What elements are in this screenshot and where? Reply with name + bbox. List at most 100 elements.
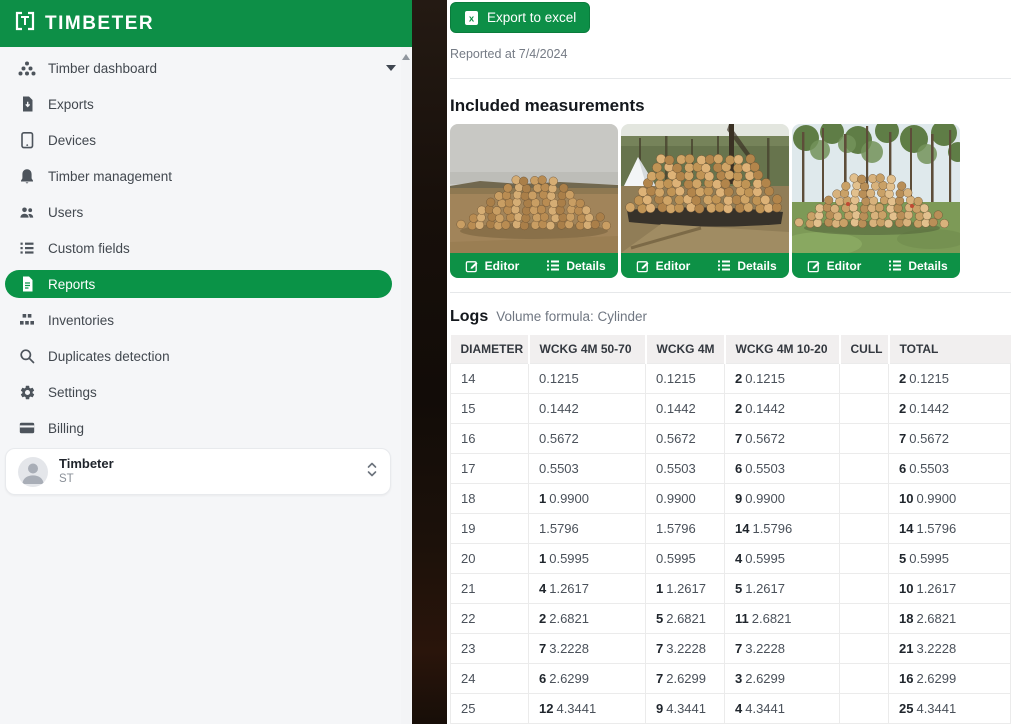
credit-card-icon — [18, 419, 36, 437]
sidebar-item-label: Timber dashboard — [48, 61, 157, 76]
scroll-up-arrow-icon[interactable] — [402, 54, 410, 60]
chevron-down-icon[interactable] — [386, 65, 396, 71]
sidebar-item-label: Devices — [48, 133, 96, 148]
details-list-icon — [546, 259, 560, 272]
sidebar-item-label: Billing — [48, 421, 84, 436]
table-cell — [840, 394, 889, 424]
table-cell: 0.1442 — [646, 394, 725, 424]
table-header-row: DIAMETERWCKG 4M 50-70WCKG 4MWCKG 4M 10-2… — [451, 335, 1011, 364]
table-cell: 70.5672 — [889, 424, 1011, 454]
export-file-icon — [18, 95, 36, 113]
table-cell: 0.1442 — [529, 394, 646, 424]
sidebar-item-inventories[interactable]: Inventories — [0, 302, 412, 338]
details-button[interactable]: Details — [534, 253, 618, 278]
sidebar-item-label: Reports — [48, 277, 95, 292]
table-row: 2373.222873.222873.2228213.2228 — [451, 634, 1011, 664]
sidebar-item-settings[interactable]: Settings — [0, 374, 412, 410]
table-cell: 44.3441 — [725, 694, 840, 724]
table-row: 25124.344194.344144.3441254.3441 — [451, 694, 1011, 724]
table-cell: 141.5796 — [889, 514, 1011, 544]
sidebar-item-custom-fields[interactable]: Custom fields — [0, 230, 412, 266]
editor-label: Editor — [485, 259, 520, 273]
details-label: Details — [566, 259, 605, 273]
table-cell: 141.5796 — [725, 514, 840, 544]
editor-button[interactable]: Editor — [450, 253, 534, 278]
list-icon — [18, 239, 36, 257]
diameter-cell: 21 — [451, 574, 529, 604]
diameter-cell: 16 — [451, 424, 529, 454]
background-strip — [412, 0, 447, 724]
details-button[interactable]: Details — [876, 253, 960, 278]
table-cell: 52.6821 — [646, 604, 725, 634]
log-pile-icon — [18, 59, 36, 77]
sidebar-item-users[interactable]: Users — [0, 194, 412, 230]
measurement-photo[interactable] — [792, 124, 960, 253]
sidebar-item-label: Settings — [48, 385, 97, 400]
table-cell: 70.5672 — [725, 424, 840, 454]
sidebar-item-label: Custom fields — [48, 241, 130, 256]
report-icon — [18, 275, 36, 293]
divider — [450, 78, 1011, 79]
export-button-label: Export to excel — [487, 10, 576, 25]
editor-button[interactable]: Editor — [621, 253, 705, 278]
measurement-cards: Editor Details — [450, 124, 1011, 278]
sidebar-item-billing[interactable]: Billing — [0, 410, 412, 446]
table-cell: 0.1215 — [646, 364, 725, 394]
divider — [450, 292, 1011, 293]
table-cell — [840, 484, 889, 514]
users-icon — [18, 203, 36, 221]
sidebar-item-duplicates-detection[interactable]: Duplicates detection — [0, 338, 412, 374]
sidebar-item-exports[interactable]: Exports — [0, 86, 412, 122]
table-cell: 60.5503 — [725, 454, 840, 484]
column-header: CULL — [840, 335, 889, 364]
diameter-cell: 15 — [451, 394, 529, 424]
details-button[interactable]: Details — [705, 253, 789, 278]
avatar — [18, 457, 48, 487]
table-cell — [840, 364, 889, 394]
diameter-cell: 17 — [451, 454, 529, 484]
table-cell: 72.6299 — [646, 664, 725, 694]
card-action-bar: Editor Details — [621, 253, 789, 278]
table-cell — [840, 544, 889, 574]
table-cell — [840, 664, 889, 694]
table-cell: 0.5503 — [646, 454, 725, 484]
table-cell: 182.6821 — [889, 604, 1011, 634]
tablet-icon — [18, 131, 36, 149]
table-cell: 22.6821 — [529, 604, 646, 634]
measurement-card: Editor Details — [450, 124, 618, 278]
export-to-excel-button[interactable]: x Export to excel — [450, 2, 590, 33]
pencil-square-icon — [807, 259, 821, 273]
table-cell: 162.6299 — [889, 664, 1011, 694]
table-cell — [840, 694, 889, 724]
table-cell: 1.5796 — [529, 514, 646, 544]
table-row: 2010.59950.599540.599550.5995 — [451, 544, 1011, 574]
chevron-up-down-icon[interactable] — [366, 461, 378, 483]
sidebar-item-reports[interactable]: Reports — [5, 270, 392, 298]
sidebar-item-timber-management[interactable]: Timber management — [0, 158, 412, 194]
user-info: Timbeter ST — [59, 456, 114, 487]
table-row: 2222.682152.6821112.6821182.6821 — [451, 604, 1011, 634]
table-cell: 20.1442 — [725, 394, 840, 424]
measurement-photo[interactable] — [621, 124, 789, 253]
sidebar-item-timber-dashboard[interactable]: Timber dashboard — [0, 50, 412, 86]
table-row: 160.56720.567270.567270.5672 — [451, 424, 1011, 454]
table-cell: 100.9900 — [889, 484, 1011, 514]
table-cell: 0.5672 — [646, 424, 725, 454]
editor-button[interactable]: Editor — [792, 253, 876, 278]
diameter-cell: 14 — [451, 364, 529, 394]
sidebar-scrollbar[interactable] — [401, 47, 411, 724]
user-card[interactable]: Timbeter ST — [5, 448, 391, 495]
excel-file-icon: x — [464, 10, 479, 26]
table-cell: 0.5995 — [646, 544, 725, 574]
table-cell — [840, 574, 889, 604]
measurement-photo[interactable] — [450, 124, 618, 253]
sidebar: TIMBETER Timber dashboardExportsDevicesT… — [0, 0, 412, 724]
measurement-card: Editor Details — [792, 124, 960, 278]
table-cell: 73.2228 — [529, 634, 646, 664]
table-cell: 20.1215 — [725, 364, 840, 394]
reported-at-text: Reported at 7/4/2024 — [450, 47, 1011, 61]
sidebar-item-label: Inventories — [48, 313, 114, 328]
table-cell: 0.5503 — [529, 454, 646, 484]
volume-formula-subtitle: Volume formula: Cylinder — [496, 307, 647, 326]
sidebar-item-devices[interactable]: Devices — [0, 122, 412, 158]
